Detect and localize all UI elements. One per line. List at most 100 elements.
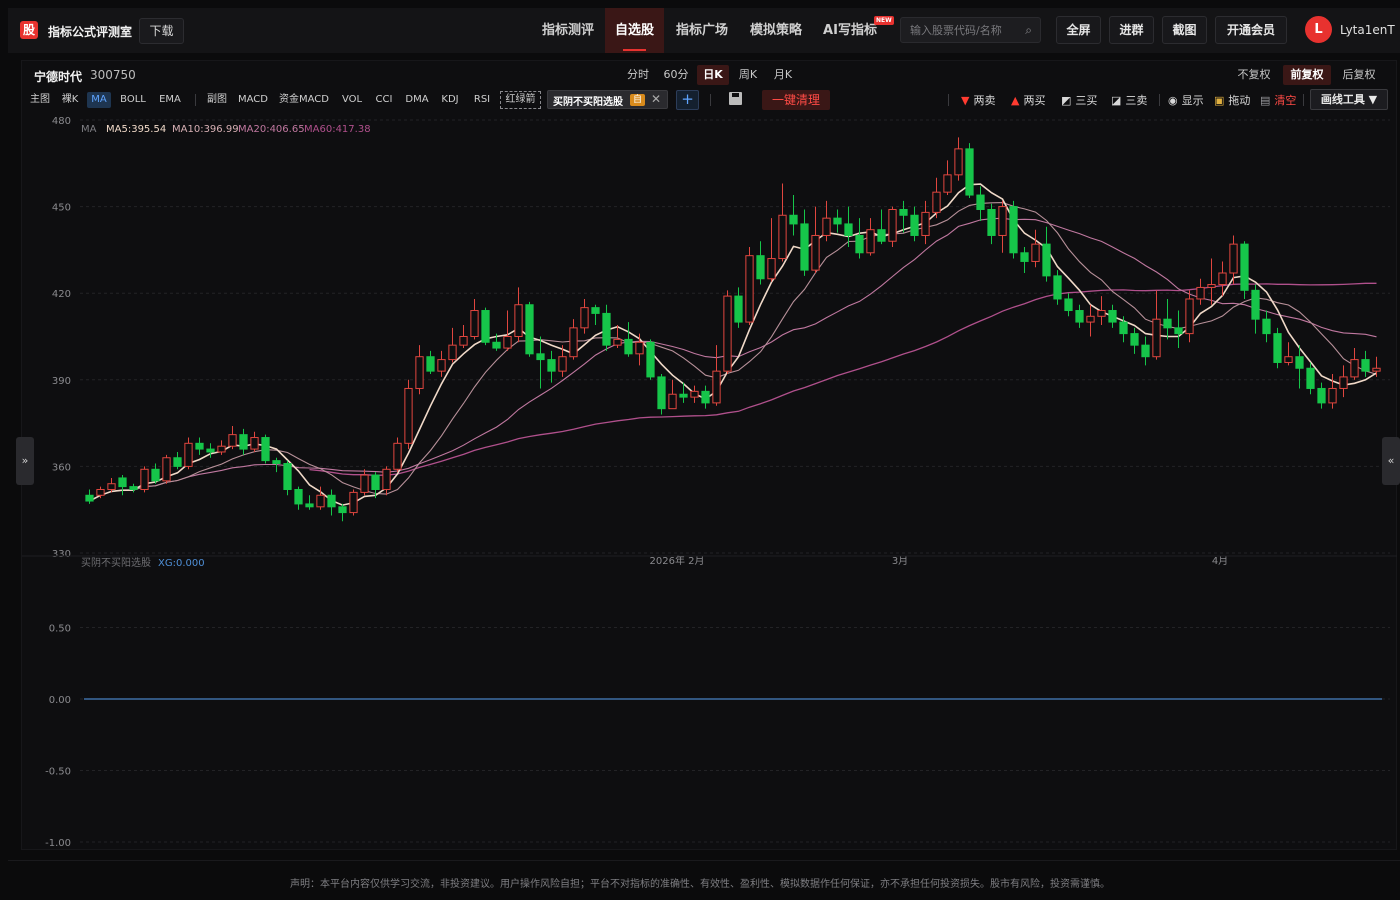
candle-body	[140, 468, 149, 490]
candle-body	[1119, 321, 1128, 335]
candle-body	[602, 312, 611, 346]
candle-body	[789, 214, 798, 225]
y-tick-label: -0.50	[45, 767, 71, 778]
candle-body	[1372, 367, 1381, 372]
candle-body	[844, 223, 853, 236]
candle-body	[151, 468, 160, 482]
candle-body	[437, 359, 446, 372]
footer-divider	[8, 860, 1400, 861]
candle-body	[283, 463, 292, 490]
candle-body	[723, 295, 732, 372]
candle-body	[1339, 376, 1348, 389]
candle-body	[1097, 310, 1106, 317]
candle-body	[1361, 359, 1370, 372]
candle-body	[690, 390, 699, 398]
candle-body	[1229, 243, 1238, 274]
candle-body	[1295, 356, 1304, 369]
candle-body	[1196, 286, 1205, 300]
candle-body	[96, 488, 105, 496]
candle-body	[107, 483, 116, 490]
y-tick-label: 330	[52, 549, 71, 560]
candle-body	[558, 356, 567, 372]
candle-body	[272, 460, 281, 465]
candle-body	[701, 390, 710, 404]
candle-body	[316, 494, 325, 508]
ma-lines	[89, 183, 1377, 506]
candle-body	[778, 214, 787, 260]
candle-body	[1284, 356, 1293, 363]
candle-body	[525, 304, 534, 355]
candle-body	[767, 258, 776, 280]
candle-body	[1185, 298, 1194, 335]
candle-body	[745, 255, 754, 323]
candle-body	[1152, 318, 1161, 358]
candle-body	[371, 474, 380, 490]
candle-body	[1020, 252, 1029, 262]
candle-body	[624, 338, 633, 355]
candle-body	[613, 338, 622, 346]
candle-body	[1163, 318, 1172, 329]
candle-body	[250, 437, 259, 450]
x-tick-label: 4月	[1212, 555, 1228, 567]
candle-body	[1042, 243, 1051, 277]
candle-body	[492, 341, 501, 349]
candle-body	[998, 206, 1007, 236]
candle-body	[1053, 275, 1062, 300]
y-tick-label: 360	[52, 462, 71, 473]
candle-body	[448, 344, 457, 361]
candle-body	[1251, 289, 1260, 320]
candle-body	[943, 174, 952, 193]
candle-body	[162, 457, 171, 482]
candle-body	[1306, 367, 1315, 389]
sub-legend-value: XG:0.000	[158, 558, 205, 569]
disclaimer: 声明：本平台内容仅供学习交流，非投资建议。用户操作风险自担；平台不对指标的准确性…	[290, 879, 1110, 890]
candle-body	[1064, 298, 1073, 312]
candle-body	[1350, 359, 1359, 378]
candle-body	[261, 437, 270, 462]
candle-body	[327, 494, 336, 508]
candle-body	[965, 148, 974, 196]
candle-body	[976, 194, 985, 210]
candle-body	[811, 234, 820, 271]
ma-legend-item: MA60:417.38	[304, 124, 371, 135]
candle-body	[657, 376, 666, 410]
y-tick-label: 390	[52, 376, 71, 387]
candle-body	[217, 445, 226, 453]
y-tick-label: 0.00	[49, 695, 71, 706]
candle-body	[591, 307, 600, 314]
candle-body	[173, 457, 182, 467]
candle-body	[503, 336, 512, 349]
candle-body	[712, 370, 721, 404]
sub-legend-label: 买阴不买阳选股	[81, 556, 151, 569]
candle-body	[118, 477, 127, 488]
ma10-line	[89, 202, 1377, 502]
candle-body	[415, 356, 424, 389]
candle-body	[1317, 387, 1326, 404]
y-tick-label: 480	[52, 116, 71, 127]
candle-body	[382, 468, 391, 490]
candle-body	[239, 434, 248, 450]
candle-body	[1262, 318, 1271, 335]
candle-body	[195, 442, 204, 450]
candle-body	[1218, 272, 1227, 286]
left-collapse-toggle[interactable]: »	[16, 437, 34, 485]
right-collapse-toggle[interactable]: «	[1382, 437, 1400, 485]
ma20-line	[89, 217, 1377, 502]
candle-body	[1240, 243, 1249, 291]
candle-body	[910, 214, 919, 236]
candle-body	[1141, 344, 1150, 358]
candle-body	[481, 310, 490, 343]
candle-body	[294, 488, 303, 505]
candle-body	[1108, 310, 1117, 323]
candle-body	[1031, 243, 1040, 262]
candle-body	[426, 356, 435, 372]
candle-body	[1086, 315, 1095, 323]
candle-body	[734, 295, 743, 323]
candle-body	[646, 341, 655, 378]
candle-body	[866, 229, 875, 254]
y-tick-label: 0.50	[49, 624, 71, 635]
candle-body	[536, 353, 545, 361]
kline-chart[interactable]: 480450420390360330 2026年 2月 3月 4月 MA MA5:39…	[0, 0, 1400, 900]
candle-body	[470, 310, 479, 337]
candle-body	[1174, 327, 1183, 335]
